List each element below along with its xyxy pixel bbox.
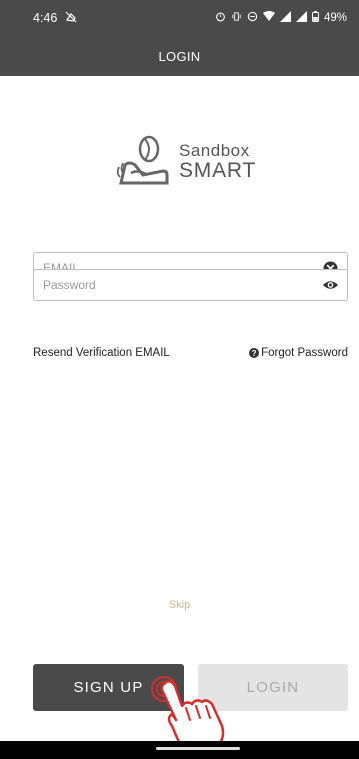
dnd-icon (247, 11, 258, 25)
home-gesture-handle[interactable] (156, 747, 240, 750)
logo-text-line1: Sandbox (179, 140, 250, 160)
skip-link[interactable]: Skip (0, 599, 359, 611)
password-field[interactable] (33, 269, 348, 301)
alarm-icon (215, 11, 226, 25)
wifi-icon (262, 11, 275, 25)
sandbox-smart-logo: Sandbox SMART (117, 135, 256, 187)
forgot-password-link[interactable]: ? Forgot Password (249, 347, 348, 359)
status-time: 4:46 (33, 11, 58, 25)
auth-links-row: Resend Verification EMAIL ? Forgot Passw… (33, 347, 348, 359)
password-input[interactable] (43, 278, 321, 292)
logo-text-line2: SMART (179, 158, 257, 182)
page-title: LOGIN (158, 48, 201, 64)
no-sim-icon (65, 11, 77, 26)
resend-verification-link[interactable]: Resend Verification EMAIL (33, 347, 170, 359)
eye-icon[interactable] (321, 276, 339, 294)
signal-icon (295, 11, 307, 25)
battery-icon (311, 11, 319, 25)
vibrate-icon (231, 11, 242, 25)
app-bar: LOGIN (0, 36, 359, 76)
navigation-bar (0, 741, 359, 759)
battery-percent: 49% (323, 12, 347, 24)
signal-icon (279, 11, 291, 25)
help-circle-icon: ? (249, 348, 260, 358)
login-screen: 4:46 49% LOGIN Sandbox SMART EMAIL Resen… (0, 0, 359, 759)
coffee-bean-logo-icon (117, 135, 169, 185)
forgot-password-label: Forgot Password (261, 347, 348, 359)
status-bar: 4:46 49% (0, 0, 359, 36)
